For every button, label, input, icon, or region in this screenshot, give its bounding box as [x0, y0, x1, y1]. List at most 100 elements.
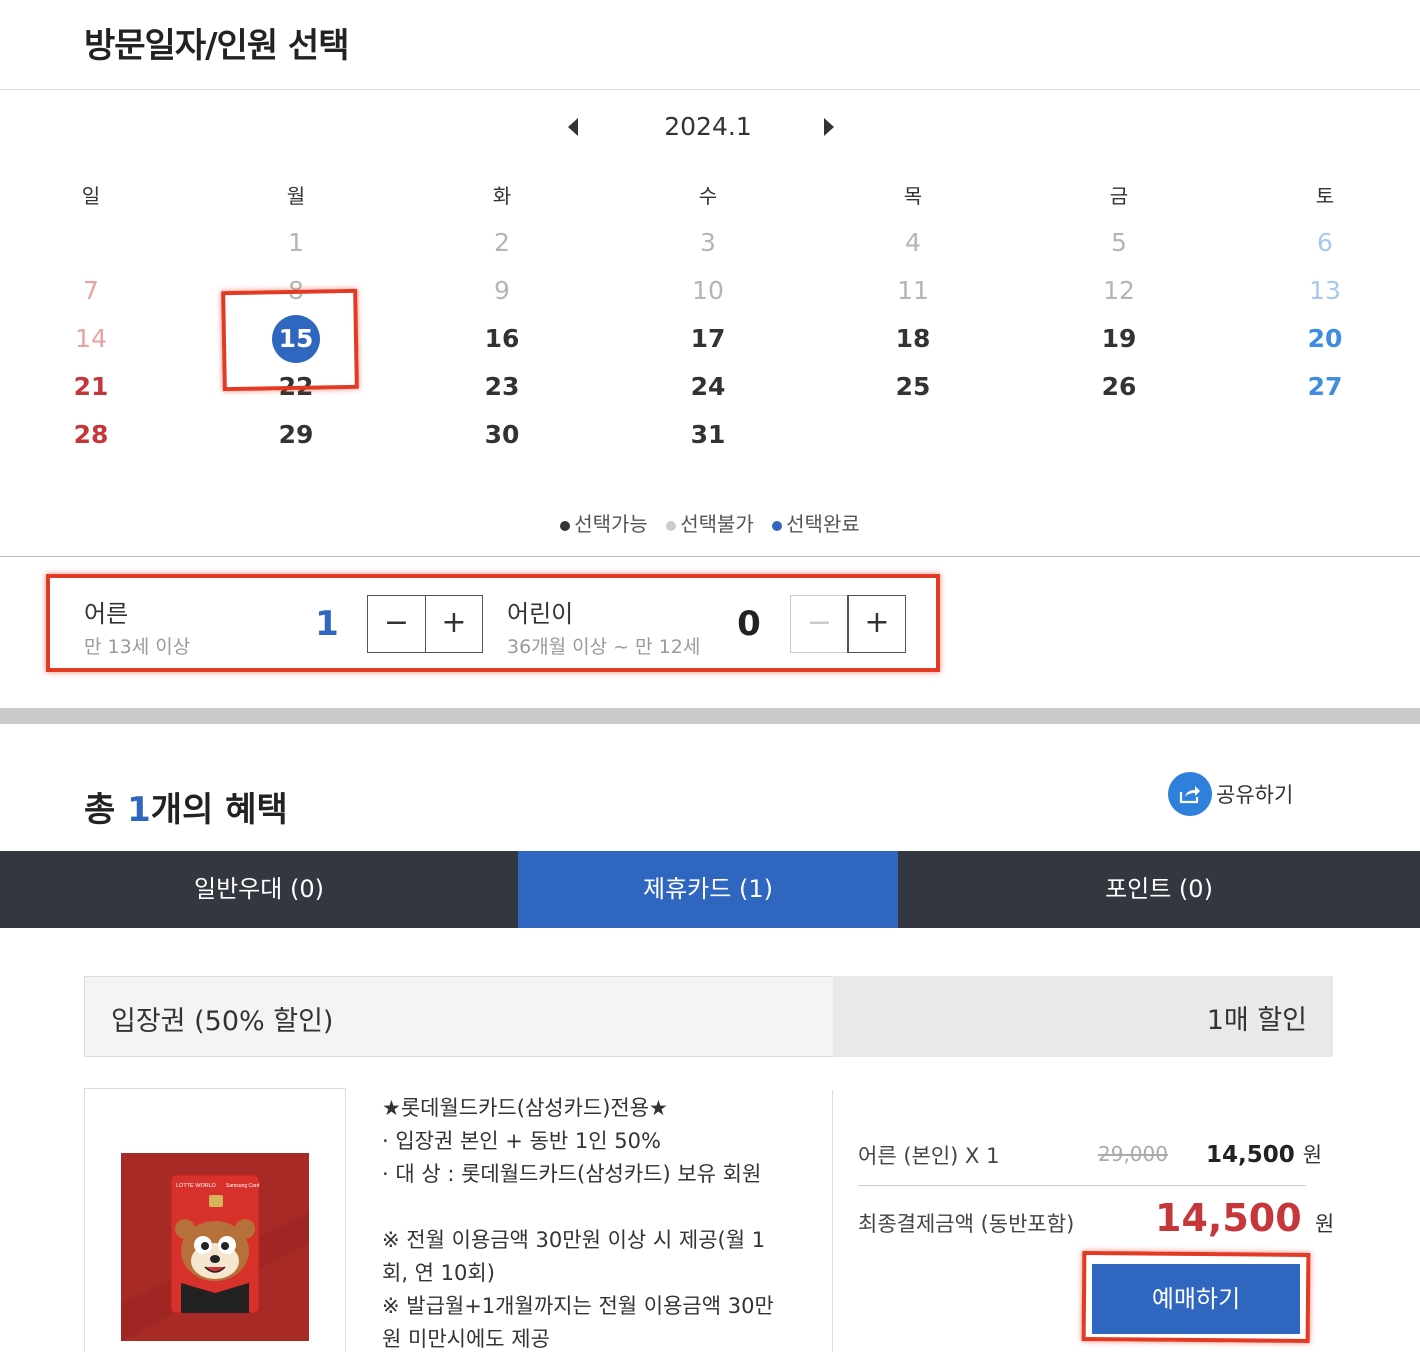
total-label: 최종결제금액 (동반포함): [858, 1212, 1075, 1236]
calendar-day[interactable]: 27: [1285, 364, 1365, 410]
calendar-day[interactable]: 25: [873, 364, 953, 410]
benefit-tabs: 일반우대 (0) 제휴카드 (1) 포인트 (0): [0, 851, 1420, 928]
prev-month-icon[interactable]: [568, 118, 578, 136]
desc-line: [382, 1191, 812, 1224]
calendar-day[interactable]: 24: [668, 364, 748, 410]
total-price: 14,500 원: [1155, 1196, 1334, 1240]
calendar-day[interactable]: 16: [462, 316, 542, 362]
share-icon: [1168, 772, 1212, 816]
calendar-day[interactable]: 31: [668, 412, 748, 458]
calendar-legend: 선택가능 선택불가 선택완료: [0, 508, 1420, 537]
unavailable-dot-icon: [666, 520, 677, 531]
child-plus-button[interactable]: +: [846, 595, 907, 653]
calendar-day: 12: [1103, 276, 1135, 305]
calendar-day: 14: [75, 324, 107, 353]
legend-unavailable-label: 선택불가: [680, 512, 754, 536]
weekday-thu: 목: [903, 184, 923, 208]
child-label: 어린이: [507, 600, 574, 628]
calendar-day: 5: [1111, 228, 1127, 257]
adult-plus-button[interactable]: +: [424, 596, 482, 652]
coupon-limit: 1매 할인: [1206, 1005, 1307, 1036]
divider: [0, 89, 1420, 90]
calendar-day-selected[interactable]: 15: [256, 315, 336, 363]
calendar-day[interactable]: 18: [873, 316, 953, 362]
weekday-tue: 화: [492, 184, 512, 208]
calendar-day[interactable]: 20: [1285, 316, 1365, 362]
legend-available-label: 선택가능: [574, 512, 648, 536]
calendar-day: 4: [905, 228, 921, 257]
discounted-price-value: 14,500: [1206, 1142, 1295, 1168]
coupon-limit-box: 1매 할인: [833, 976, 1333, 1057]
card-brand-text: LOTTE WORLD: [176, 1183, 216, 1189]
adult-label: 어른: [84, 600, 129, 628]
child-age-note: 36개월 이상 ~ 만 12세: [507, 636, 701, 658]
legend-selected-label: 선택완료: [786, 512, 860, 536]
weekday-sun: 일: [81, 184, 101, 208]
weekday-header: 일 월 화 수 목 금 토: [0, 180, 1420, 210]
card-issuer-text: Samsung Card: [226, 1183, 260, 1189]
calendar-day[interactable]: 19: [1079, 316, 1159, 362]
calendar-day[interactable]: 17: [668, 316, 748, 362]
selected-day-circle: 15: [272, 315, 320, 363]
benefits-title: 총 1개의 혜택: [84, 782, 288, 831]
next-month-icon[interactable]: [824, 118, 834, 136]
calendar-day: 7: [83, 276, 99, 305]
lotte-world-card-image: LOTTE WORLD Samsung Card: [121, 1153, 309, 1341]
calendar-day[interactable]: 29: [256, 412, 336, 458]
legend-selected: 선택완료: [772, 508, 860, 537]
calendar-day[interactable]: 23: [462, 364, 542, 410]
divider: [832, 1090, 833, 1352]
benefits-title-suffix: 개의 혜택: [150, 790, 288, 830]
child-stepper: − +: [790, 595, 907, 653]
share-button[interactable]: 공유하기: [1168, 772, 1293, 816]
month-navigation: 2024.1: [0, 108, 1420, 148]
adult-minus-button[interactable]: −: [368, 596, 425, 652]
calendar-day[interactable]: 21: [51, 364, 131, 410]
weekday-mon: 월: [286, 184, 306, 208]
calendar-day[interactable]: 26: [1079, 364, 1159, 410]
calendar-day[interactable]: 28: [51, 412, 131, 458]
total-price-value: 14,500: [1155, 1196, 1302, 1240]
buy-button[interactable]: 예매하기: [1092, 1264, 1300, 1334]
child-count: 0: [737, 604, 761, 644]
coupon-name: 입장권 (50% 할인): [111, 1006, 334, 1037]
calendar-day: 3: [700, 228, 716, 257]
tab-partner-card[interactable]: 제휴카드 (1): [518, 851, 898, 928]
desc-line: · 대 상 : 롯데월드카드(삼성카드) 보유 회원: [382, 1162, 762, 1186]
legend-unavailable: 선택불가: [666, 508, 754, 537]
calendar-day[interactable]: 22: [256, 364, 336, 410]
discounted-price: 14,500 원: [1206, 1139, 1322, 1169]
available-dot-icon: [560, 520, 571, 531]
calendar-day: 9: [494, 276, 510, 305]
desc-line: ※ 전월 이용금액 30만원 이상 시 제공(월 1: [382, 1228, 766, 1252]
divider: [858, 1185, 1306, 1186]
share-label: 공유하기: [1216, 783, 1294, 807]
calendar-day: 10: [692, 276, 724, 305]
section-separator: [0, 708, 1420, 724]
desc-line: 원 미만시에도 제공: [382, 1327, 550, 1351]
month-label: 2024.1: [664, 112, 752, 141]
child-minus-button[interactable]: −: [791, 596, 848, 652]
selected-dot-icon: [772, 520, 783, 531]
desc-line: ※ 발급월+1개월까지는 전월 이용금액 30만: [382, 1294, 774, 1318]
calendar-day: 6: [1317, 228, 1333, 257]
coupon-description: ★롯데월드카드(삼성카드)전용★ · 입장권 본인 + 동반 1인 50% · …: [382, 1092, 812, 1352]
calendar-day[interactable]: 30: [462, 412, 542, 458]
currency-unit: 원: [1302, 1143, 1323, 1167]
benefits-count: 1: [127, 790, 151, 830]
calendar-day: 8: [288, 276, 304, 305]
adult-count: 1: [315, 604, 339, 644]
weekday-fri: 금: [1109, 184, 1129, 208]
benefits-title-prefix: 총: [84, 790, 128, 830]
currency-unit: 원: [1314, 1212, 1335, 1236]
calendar-day: 1: [288, 228, 304, 257]
card-image-box: LOTTE WORLD Samsung Card: [84, 1088, 346, 1352]
tab-points[interactable]: 포인트 (0): [898, 851, 1420, 928]
price-label: 어른 (본인) X 1: [858, 1144, 1000, 1168]
desc-line: 회, 연 10회): [382, 1261, 495, 1285]
tab-general[interactable]: 일반우대 (0): [0, 851, 518, 928]
calendar-day: 2: [494, 228, 510, 257]
weekday-wed: 수: [698, 184, 718, 208]
desc-line: ★롯데월드카드(삼성카드)전용★: [382, 1096, 668, 1120]
page-title: 방문일자/인원 선택: [84, 26, 349, 66]
